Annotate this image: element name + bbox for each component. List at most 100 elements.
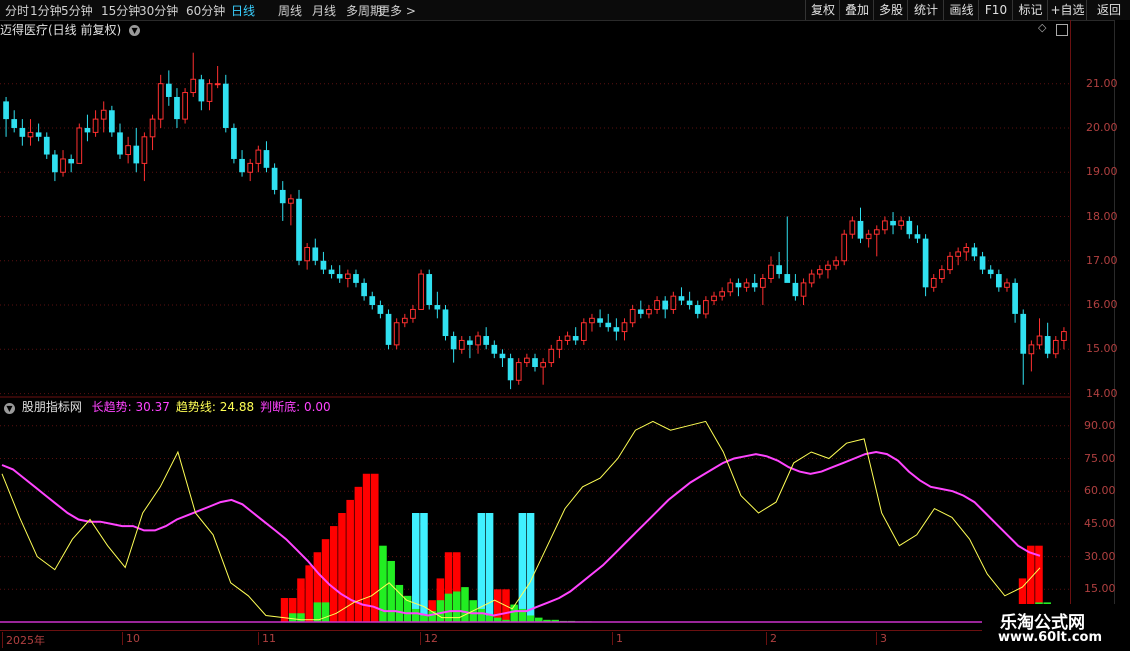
candle-body [858, 221, 864, 239]
candle-body [11, 119, 17, 128]
indicator-bar[interactable]: ▼ 股朋指标网 长趋势: 30.37 趋势线: 24.88 判断底: 0.00 [0, 398, 337, 414]
indicator-value-1: 趋势线: 24.88 [176, 400, 254, 414]
candle-body [890, 221, 896, 225]
toolbar-button-2[interactable]: 多股 [873, 0, 908, 20]
toolbar-button-6[interactable]: 标记 [1012, 0, 1048, 20]
candle-body [614, 327, 620, 331]
candle-body [662, 301, 668, 310]
red-bar [363, 474, 371, 622]
candle-body [736, 283, 742, 287]
toolbar-button-4[interactable]: 画线 [943, 0, 979, 20]
title-dropdown-icon[interactable]: ▼ [129, 25, 140, 36]
candle-body [183, 93, 188, 120]
candle-body [874, 230, 879, 234]
period-tab-6[interactable]: 日线 [231, 2, 255, 19]
candle-body [940, 270, 945, 279]
toolbar-button-5[interactable]: F10 [978, 0, 1013, 20]
candle-body [150, 119, 155, 137]
candle-body [353, 274, 359, 283]
candle-body [679, 296, 685, 300]
toolbar-button-1[interactable]: 叠加 [839, 0, 874, 20]
candle-body [581, 323, 586, 341]
chart-title-bar[interactable]: 迈得医疗(日线 前复权) ▼ [0, 21, 140, 39]
candle-body [728, 283, 733, 292]
indicator-tick-1: 75.00 [1084, 452, 1116, 465]
candle-body [1045, 336, 1051, 354]
period-tab-10[interactable]: 更多 > [378, 2, 416, 19]
period-tab-7[interactable]: 周线 [278, 2, 302, 19]
price-tick-1: 20.00 [1086, 121, 1118, 134]
candle-body [516, 363, 521, 381]
date-tick-4: 1 [612, 632, 623, 645]
candle-body [622, 323, 627, 332]
candle-body [1029, 345, 1034, 354]
candle-body [573, 336, 579, 340]
candle-body [712, 296, 717, 300]
indicator-dropdown-icon[interactable]: ▼ [4, 403, 15, 414]
candle-body [361, 283, 367, 296]
green-bar [437, 600, 445, 622]
period-tab-9[interactable]: 多周期 [346, 2, 382, 19]
candle-body [337, 274, 343, 278]
candle-body [248, 163, 253, 172]
date-tick-1: 10 [122, 632, 140, 645]
candle-body [948, 256, 953, 269]
chart-title: 迈得医疗(日线 前复权) [0, 23, 121, 37]
candle-body [793, 283, 799, 296]
candle-body [850, 221, 855, 234]
candle-body [419, 274, 424, 309]
candle-body [289, 199, 294, 203]
candle-body [312, 247, 318, 260]
period-tab-5[interactable]: 60分钟 [186, 2, 225, 19]
candle-body [215, 84, 220, 85]
diamond-icon[interactable]: ◇ [1038, 21, 1048, 31]
candle-body [883, 221, 888, 230]
period-tab-0[interactable]: 分时 [5, 2, 29, 19]
indicator-name: 股朋指标网 [22, 400, 82, 414]
price-axis [1070, 20, 1115, 630]
candle-body [647, 309, 652, 313]
candle-body [980, 256, 986, 269]
green-bar [297, 613, 305, 622]
candle-body [752, 283, 758, 287]
toolbar-button-8[interactable]: 返回 [1086, 0, 1130, 20]
indicator-value-2: 判断底: 0.00 [260, 400, 331, 414]
price-tick-6: 15.00 [1086, 342, 1118, 355]
toolbar-button-7[interactable]: +自选 [1047, 0, 1087, 20]
candle-body [93, 119, 98, 132]
candle-body [61, 159, 66, 172]
period-tab-4[interactable]: 30分钟 [139, 2, 178, 19]
candle-body [557, 340, 562, 349]
candle-body [964, 247, 969, 251]
green-bar [387, 561, 395, 622]
candle-body [541, 363, 546, 367]
toolbar-button-3[interactable]: 统计 [907, 0, 944, 20]
candle-body [28, 132, 33, 136]
candle-body [36, 132, 42, 136]
price-tick-3: 18.00 [1086, 210, 1118, 223]
period-tab-2[interactable]: 5分钟 [61, 2, 93, 19]
candle-body [256, 150, 261, 163]
candle-body [223, 84, 229, 128]
period-tab-1[interactable]: 1分钟 [30, 2, 62, 19]
indicator-value-0: 长趋势: 30.37 [92, 400, 170, 414]
candle-body [207, 84, 212, 102]
cyan-bar [412, 513, 420, 622]
candle-body [296, 199, 302, 261]
toolbar-button-0[interactable]: 复权 [805, 0, 840, 20]
window-toggle-icon[interactable] [1056, 24, 1068, 36]
candle-body [476, 336, 481, 345]
candle-body [394, 323, 399, 345]
candle-body [1012, 283, 1018, 314]
chart-canvas[interactable] [0, 0, 1130, 650]
candle-body [720, 292, 725, 296]
candle-body [915, 234, 921, 238]
candle-body [126, 146, 131, 155]
period-tab-3[interactable]: 15分钟 [101, 2, 140, 19]
candle-body [305, 247, 310, 260]
candle-body [166, 84, 172, 97]
period-tab-8[interactable]: 月线 [312, 2, 336, 19]
cyan-bar [519, 513, 527, 622]
candle-body [264, 150, 270, 168]
candle-body [329, 270, 335, 274]
